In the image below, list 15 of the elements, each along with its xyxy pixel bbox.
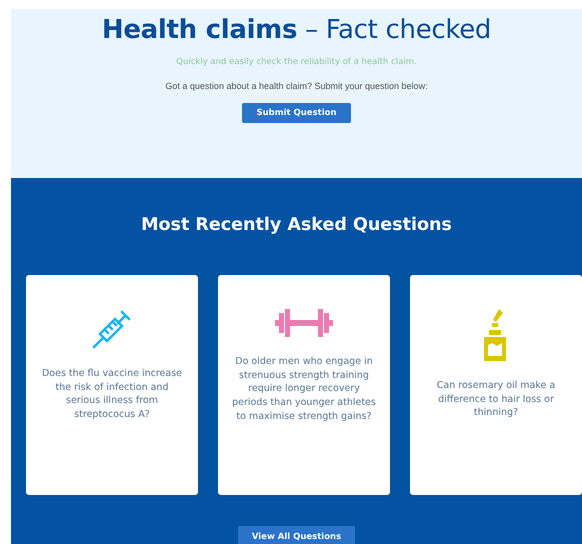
question-text: Do older men who engage in strenuous strength training require longer recovery periods than younger athletes to maximise strength gains? — [231, 355, 377, 424]
dumbbell-icon — [275, 309, 333, 337]
question-card[interactable]: Does the flu vaccine increase the risk of infection and serious illness from streptococus A? — [26, 275, 198, 495]
prompt-text: Got a question about a health claim? Submit your question below: — [165, 81, 428, 91]
syringe-icon — [92, 309, 132, 349]
page-title: Health claims – Fact checked — [102, 15, 492, 45]
question-card[interactable]: Do older men who engage in strenuous strength training require longer recovery periods than younger athletes to maximise strength gains? — [218, 275, 390, 495]
question-text: Does the flu vaccine increase the risk of infection and serious illness from streptococus A? — [40, 367, 184, 422]
dropper-bottle-icon — [483, 309, 509, 361]
view-all-questions-button[interactable]: View All Questions — [238, 526, 356, 544]
section-heading: Most Recently Asked Questions — [141, 215, 452, 235]
tagline: Quickly and easily check the reliability of a health claim. — [176, 57, 417, 67]
question-text: Can rosemary oil make a difference to hair loss or thinning? — [436, 379, 556, 420]
question-card[interactable]: Can rosemary oil make a difference to hair loss or thinning? — [410, 275, 582, 495]
submit-question-button[interactable]: Submit Question — [242, 103, 351, 123]
